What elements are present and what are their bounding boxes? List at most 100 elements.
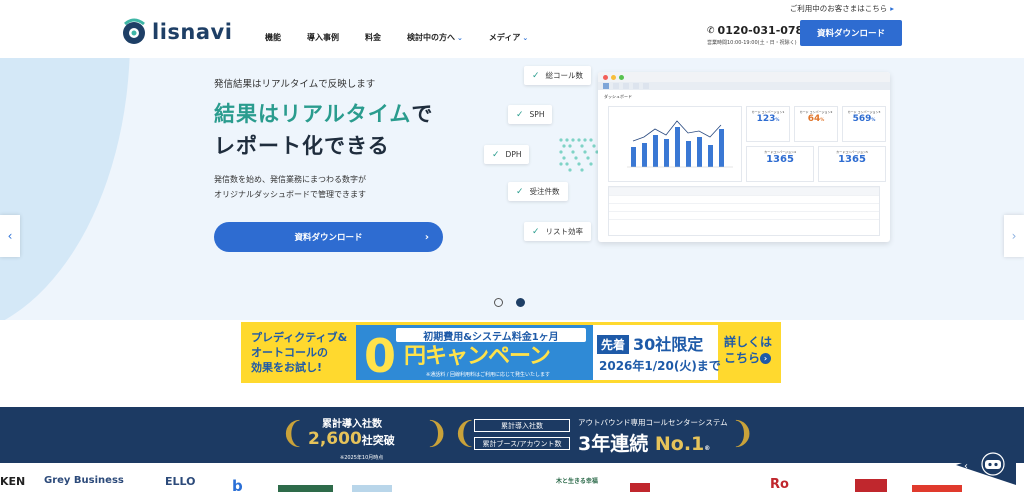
banner-note: ※通話料 / 回線利用料はご利用に応じて発生いたします [426, 372, 551, 378]
business-hours: 営業時間10:00-19:00(土・日・祝除く) [707, 40, 797, 46]
client-logo: Grey Business [44, 475, 124, 486]
award-criteria-box: 累計ブース/アカウント数 [474, 437, 570, 450]
window-dot [603, 74, 608, 80]
lisnavi-logo-icon [123, 18, 145, 44]
client-logo: b [232, 477, 243, 492]
table-row [609, 203, 879, 211]
window-dot [619, 74, 624, 80]
award-rank: 3年連続 No.1® [578, 429, 710, 456]
award-total-suffix: 社突破 [361, 434, 395, 447]
header-download-button[interactable]: 資料ダウンロード [800, 20, 902, 46]
award-total-value: 2,600社突破 [308, 429, 395, 449]
hero-title: 結果はリアルタイムで レポート化できる [214, 98, 433, 162]
table-row [609, 219, 879, 227]
banner-left-text: プレディクティブ& オートコールの 効果をお試し! [251, 330, 347, 375]
award-criteria-box: 累計導入社数 [474, 419, 570, 432]
nav-item-features[interactable]: 機能 [265, 32, 281, 43]
kpi-value: 1365 [838, 154, 866, 165]
nav-label: 料金 [365, 33, 381, 42]
award-band: ❨ 累計導入社数 2,600社突破 ※2025年10月時点 ❩ ❨ 累計導入社数… [0, 407, 1024, 463]
client-logo-shape [352, 485, 392, 492]
phone-contact[interactable]: ✆ 0120-031-078 営業時間10:00-19:00(土・日・祝除く) [707, 24, 803, 46]
award-category: アウトバウンド専用コールセンターシステム [578, 418, 728, 427]
dashboard-tab: ​ [603, 83, 609, 89]
check-icon: ✓ [532, 70, 540, 81]
dashboard-tab: ​ [623, 83, 629, 89]
banner-detail-link[interactable]: 詳しくは こちら › [724, 334, 772, 366]
metric-tag: ✓ 総コール数 [524, 66, 592, 85]
award-no1: No.1 [654, 433, 705, 455]
hero-title-rest: で [411, 102, 434, 126]
client-logo-shape [630, 483, 650, 492]
dashboard-preview: ​ ​ ​ ​ ​ ダッシュボード カード コンバージョン1 123% カード [598, 72, 890, 242]
dashboard-tab: ​ [643, 83, 649, 89]
metric-tag-label: SPH [529, 110, 545, 119]
kpi-card: カード コンバージョン1 123% [746, 106, 790, 142]
slider-dot[interactable] [494, 298, 503, 307]
nav-item-pricing[interactable]: 料金 [365, 32, 381, 43]
metric-tag: ✓ リスト効率 [524, 222, 592, 241]
award-note: ※2025年10月時点 [340, 455, 384, 461]
hero-background-shape [0, 58, 130, 320]
phone-icon: ✆ [707, 25, 715, 36]
banner-limit: 30社限定 [633, 335, 704, 354]
nav-item-media[interactable]: メディア ⌄ [489, 32, 528, 43]
hero-title-line2: レポート化できる [214, 134, 390, 158]
main-nav: 機能 導入事例 料金 検討中の方へ ⌄ メディア ⌄ [265, 32, 554, 43]
client-logo-shape [278, 485, 333, 492]
banner-limit-box: 先着 30社限定 2026年1/20(火)まで [593, 325, 721, 380]
chevron-left-icon: ‹ [7, 229, 13, 243]
campaign-banner[interactable]: プレディクティブ& オートコールの 効果をお試し! 初期費用&システム料金1ヶ月… [241, 322, 781, 383]
laurel-right-icon: ❩ [730, 416, 756, 451]
kpi-value: 123% [747, 114, 789, 125]
banner-offer: 初期費用&システム料金1ヶ月 0 円キャンペーン ※通話料 / 回線利用料はご利… [356, 325, 593, 380]
slider-dot-active[interactable] [516, 298, 525, 307]
check-icon: ✓ [516, 109, 524, 120]
phone-number: 0120-031-078 [717, 24, 804, 37]
metric-tag: ✓ DPH [484, 145, 530, 164]
chevron-down-icon: ⌄ [457, 33, 463, 42]
client-logo-shape [912, 485, 962, 492]
svg-text:‹: ‹ [964, 461, 968, 472]
hero-title-highlight: 結果はリアルタイム [214, 102, 412, 126]
existing-customer-label: ご利用中のお客さまはこちら [789, 4, 888, 13]
hero-download-label: 資料ダウンロード [294, 233, 363, 243]
phone-number-row: ✆ 0120-031-078 [707, 24, 803, 37]
metric-tag-label: DPH [505, 150, 522, 159]
table-row [609, 187, 879, 195]
hero-download-button[interactable]: 資料ダウンロード › [214, 222, 443, 252]
kpi-unit: % [820, 117, 825, 122]
data-table [608, 186, 880, 236]
window-titlebar [598, 72, 890, 82]
slider-prev-button[interactable]: ‹ [0, 215, 20, 257]
metric-tag: ✓ 受注件数 [508, 182, 568, 201]
check-icon: ✓ [516, 186, 524, 197]
hero-slider: 発信結果はリアルタイムで反映します 結果はリアルタイムで レポート化できる 発信… [0, 58, 1024, 320]
bar-chart-card [608, 106, 742, 182]
metric-tag-label: 総コール数 [545, 71, 584, 80]
chevron-right-icon: › [424, 231, 429, 243]
nav-label: 導入事例 [307, 33, 339, 42]
laurel-right-icon: ❩ [424, 416, 450, 451]
nav-item-considering[interactable]: 検討中の方へ ⌄ [407, 32, 463, 43]
client-logo-shape [855, 479, 887, 492]
check-icon: ✓ [532, 226, 540, 237]
existing-customer-link[interactable]: ご利用中のお客さまはこちら ▸ [790, 3, 894, 14]
logo[interactable]: lisnavi [120, 18, 232, 46]
kpi-card: カードコンバージョン4 1365 [746, 146, 814, 182]
nav-label: メディア [488, 33, 521, 42]
laurel-left-icon: ❨ [280, 416, 306, 451]
slider-next-button[interactable]: › [1004, 215, 1024, 257]
kpi-card: カード コンバージョン2 64% [794, 106, 838, 142]
client-logo: Ro [770, 477, 789, 492]
hero-subtitle: 発信結果はリアルタイムで反映します [214, 79, 376, 90]
kpi-value: 569% [843, 114, 885, 125]
nav-item-cases[interactable]: 導入事例 [307, 32, 339, 43]
chatbot-button[interactable]: ‹ [956, 445, 1016, 485]
banner-deadline: 2026年1/20(火)まで [599, 359, 721, 373]
banner-left-line: 効果をお試し! [251, 361, 323, 374]
metric-tag-label: リスト効率 [545, 227, 584, 236]
nav-label: 機能 [265, 33, 281, 42]
kpi-number: 569 [852, 114, 872, 124]
banner-left-line: オートコールの [251, 346, 328, 359]
